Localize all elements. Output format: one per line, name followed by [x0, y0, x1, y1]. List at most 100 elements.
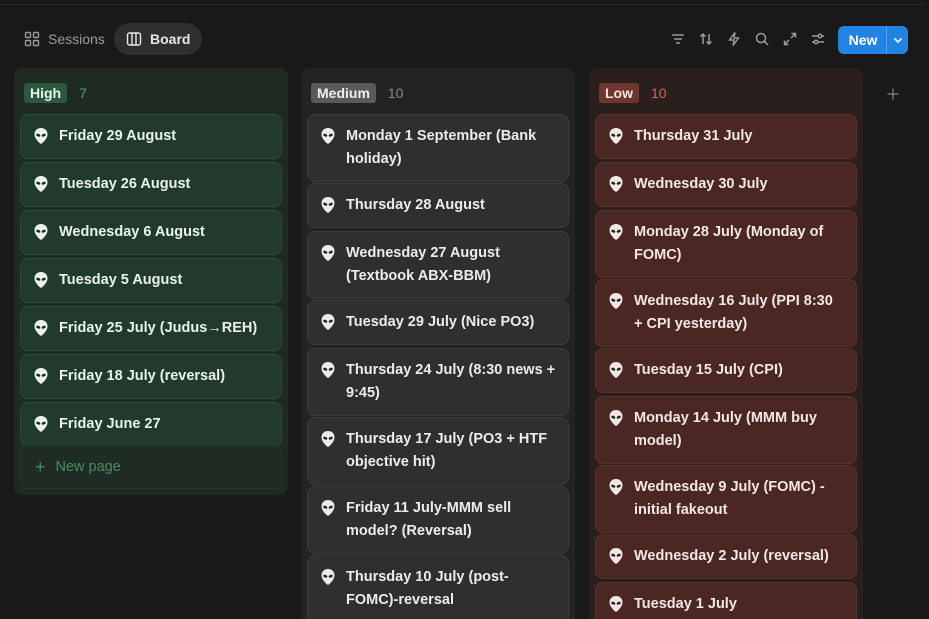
alien-icon — [320, 361, 336, 379]
alien-icon — [320, 430, 336, 448]
alien-icon — [608, 547, 624, 565]
card[interactable]: Monday 14 July (MMM buy model) — [595, 396, 857, 464]
card-title: Thursday 10 July (post-FOMC)-reversal — [346, 569, 509, 608]
column-high: High 7 Friday 29 August Tuesday 26 August… — [14, 68, 288, 495]
card[interactable]: Monday 1 September (Bank holiday) — [307, 114, 569, 182]
card[interactable]: Wednesday 27 August (Textbook ABX-BBM) — [307, 231, 569, 299]
card-title: Wednesday 27 August (Textbook ABX-BBM) — [346, 245, 500, 284]
settings-button[interactable] — [808, 29, 828, 49]
card-title: Friday June 27 — [59, 416, 161, 432]
grid-icon — [24, 31, 40, 47]
card[interactable]: Friday 11 July-MMM sell model? (Reversal… — [307, 486, 569, 554]
card[interactable]: Friday 18 July (reversal) — [20, 354, 282, 399]
card-title: Friday 25 July (Judus→REH) — [59, 320, 258, 336]
card[interactable]: Tuesday 1 July — [595, 582, 857, 619]
group-count-medium: 10 — [387, 85, 404, 101]
card-title: Tuesday 29 July (Nice PO3) — [346, 314, 535, 330]
card[interactable]: Wednesday 2 July (reversal) — [595, 534, 857, 579]
alien-icon — [33, 367, 49, 385]
alien-icon — [33, 271, 49, 289]
group-label-high[interactable]: High — [24, 83, 68, 103]
search-button[interactable] — [752, 29, 772, 49]
alien-icon — [33, 175, 49, 193]
card[interactable]: Wednesday 30 July — [595, 162, 857, 207]
board-view: Sessions Board New High 7 Friday 29 Augu… — [0, 4, 925, 619]
automation-button[interactable] — [724, 29, 744, 49]
chevron-down-icon — [893, 37, 902, 44]
card-title: Wednesday 30 July — [634, 176, 768, 192]
filter-button[interactable] — [668, 29, 688, 49]
card-title: Monday 28 July (Monday of FOMC) — [634, 224, 824, 263]
alien-icon — [320, 313, 336, 331]
card-title: Wednesday 2 July (reversal) — [634, 548, 829, 564]
card[interactable]: Tuesday 26 August — [20, 162, 282, 207]
card[interactable]: Wednesday 9 July (FOMC) - initial fakeou… — [595, 465, 857, 533]
board-icon — [126, 32, 142, 46]
card-title: Wednesday 9 July (FOMC) - initial fakeou… — [634, 479, 825, 518]
card-title: Thursday 28 August — [346, 197, 485, 213]
new-button[interactable]: New — [838, 26, 908, 54]
column-medium: Medium 10 Monday 1 September (Bank holid… — [301, 68, 575, 619]
tab-board[interactable]: Board — [114, 23, 203, 55]
card[interactable]: Thursday 17 July (PO3 + HTF objective hi… — [307, 417, 569, 485]
card-title: Friday 18 July (reversal) — [59, 368, 226, 384]
alien-icon — [33, 223, 49, 241]
group-count-low: 10 — [651, 85, 667, 101]
card-title: Friday 11 July-MMM sell model? (Reversal… — [346, 500, 512, 539]
new-dropdown-button[interactable] — [886, 26, 908, 54]
column-header-low: Low 10 — [599, 82, 667, 104]
sort-icon — [699, 32, 713, 46]
alien-icon — [33, 319, 49, 337]
column-low: Low 10 Thursday 31 July Wednesday 30 July… — [589, 68, 863, 619]
add-group-button[interactable] — [884, 85, 902, 103]
card[interactable]: Wednesday 16 July (PPI 8:30 + CPI yester… — [595, 279, 857, 347]
alien-icon — [320, 499, 336, 517]
column-header-medium: Medium 10 — [311, 82, 403, 104]
card[interactable]: Tuesday 15 July (CPI) — [595, 348, 857, 393]
group-count-high: 7 — [79, 85, 87, 101]
card[interactable]: Thursday 24 July (8:30 news + 9:45) — [307, 348, 569, 416]
group-label-low[interactable]: Low — [599, 83, 639, 103]
alien-icon — [608, 595, 624, 613]
alien-icon — [608, 478, 624, 496]
card[interactable]: Monday 28 July (Monday of FOMC) — [595, 210, 857, 278]
settings-icon — [812, 33, 824, 45]
card-title: Wednesday 6 August — [59, 224, 205, 240]
card[interactable]: Friday 25 July (Judus→REH) — [20, 306, 282, 351]
alien-icon — [320, 244, 336, 262]
card[interactable]: Friday June 27 — [20, 402, 282, 447]
card[interactable]: Tuesday 29 July (Nice PO3) — [307, 300, 569, 345]
card[interactable]: Thursday 31 July — [595, 114, 857, 159]
card-title: Tuesday 26 August — [59, 176, 191, 192]
lightning-icon — [728, 32, 740, 46]
card[interactable]: Thursday 10 July (post-FOMC)-reversal — [307, 555, 569, 619]
toolbar: Sessions Board New — [0, 5, 925, 71]
alien-icon — [33, 127, 49, 145]
card-title: Tuesday 1 July — [634, 596, 737, 612]
plus-icon — [887, 88, 899, 100]
expand-button[interactable] — [780, 29, 800, 49]
column-header-high: High 7 — [24, 82, 87, 104]
alien-icon — [320, 568, 336, 586]
filter-icon — [672, 34, 684, 44]
plus-icon: + — [35, 457, 46, 477]
group-label-medium[interactable]: Medium — [311, 83, 376, 103]
alien-icon — [608, 292, 624, 310]
card-title: Friday 29 August — [59, 128, 177, 144]
tab-sessions-label: Sessions — [48, 31, 105, 47]
card-title: Wednesday 16 July (PPI 8:30 + CPI yester… — [634, 293, 833, 332]
tab-sessions[interactable]: Sessions — [12, 23, 117, 55]
alien-icon — [608, 223, 624, 241]
new-page-button[interactable]: + New page — [20, 445, 282, 489]
card[interactable]: Friday 29 August — [20, 114, 282, 159]
card[interactable]: Wednesday 6 August — [20, 210, 282, 255]
card-title: Monday 14 July (MMM buy model) — [634, 410, 817, 449]
card[interactable]: Thursday 28 August — [307, 183, 569, 228]
sort-button[interactable] — [696, 29, 716, 49]
alien-icon — [608, 409, 624, 427]
new-page-label: New page — [55, 459, 121, 475]
card-title: Tuesday 15 July (CPI) — [634, 362, 783, 378]
tab-board-label: Board — [150, 31, 191, 47]
alien-icon — [608, 175, 624, 193]
card[interactable]: Tuesday 5 August — [20, 258, 282, 303]
